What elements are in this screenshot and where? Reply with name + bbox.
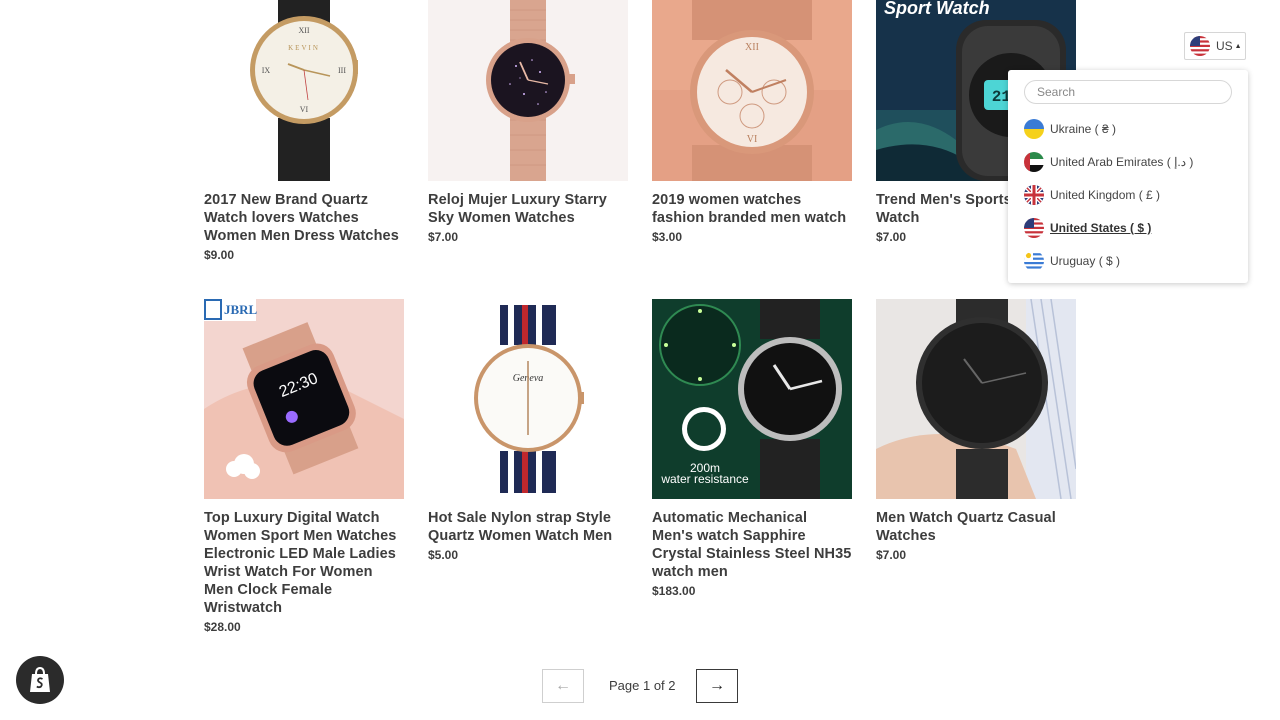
product-price: $7.00 <box>876 548 907 562</box>
product-card[interactable]: XII VI 2019 women watches fashion brande… <box>652 0 852 244</box>
currency-dropdown: Ukraine ( ₴ ) United Arab Emirates ( د.إ… <box>1008 70 1248 283</box>
product-card[interactable]: KEVIN XII VI IX III 2017 New Brand Quart… <box>204 0 404 262</box>
currency-option-uae[interactable]: United Arab Emirates ( د.إ ) <box>1024 151 1193 173</box>
svg-text:III: III <box>338 66 346 75</box>
currency-option-uruguay[interactable]: Uruguay ( $ ) <box>1024 250 1120 272</box>
product-card[interactable]: Reloj Mujer Luxury Starry Sky Women Watc… <box>428 0 628 244</box>
currency-option-united-kingdom[interactable]: United Kingdom ( £ ) <box>1024 184 1160 206</box>
uk-flag-icon <box>1024 185 1044 205</box>
currency-option-label: Uruguay ( $ ) <box>1050 254 1121 268</box>
arrow-left-icon: ← <box>555 677 571 694</box>
overlay-title: Sport Watch <box>884 0 990 18</box>
product-image[interactable]: 200m water resistance <box>652 299 852 499</box>
currency-option-united-states[interactable]: United States ( $ ) <box>1024 217 1151 239</box>
product-image[interactable]: KEVIN XII VI IX III <box>204 0 404 181</box>
product-title[interactable]: Automatic Mechanical Men's watch Sapphir… <box>652 509 852 581</box>
pagination-prev-button[interactable]: ← <box>542 669 584 703</box>
svg-text:XII: XII <box>298 26 309 35</box>
product-price: $5.00 <box>428 548 459 562</box>
currency-option-label: United Arab Emirates ( د.إ ) <box>1050 155 1194 169</box>
uruguay-flag-icon <box>1024 251 1044 271</box>
arrow-right-icon: → <box>709 677 725 694</box>
shopping-bag-icon <box>30 666 50 692</box>
currency-option-label: United Kingdom ( £ ) <box>1050 188 1161 202</box>
currency-option-label: United States ( $ ) <box>1050 221 1152 235</box>
svg-text:XII: XII <box>745 42 759 53</box>
product-title[interactable]: Top Luxury Digital Watch Women Sport Men… <box>204 509 404 617</box>
currency-search-input[interactable] <box>1024 80 1232 104</box>
pagination-next-button[interactable]: → <box>696 669 738 703</box>
product-card[interactable]: 200m water resistance Automatic Mechanic… <box>652 299 852 598</box>
svg-text:VI: VI <box>300 105 309 114</box>
svg-text:VI: VI <box>747 134 758 145</box>
uae-flag-icon <box>1024 152 1044 172</box>
us-flag-icon <box>1190 36 1210 56</box>
dial-brand-text: KEVIN <box>288 44 320 52</box>
product-card[interactable]: Geneva Hot Sale Nylon strap Style Quartz… <box>428 299 628 562</box>
product-price: $7.00 <box>428 230 459 244</box>
product-card[interactable]: Men Watch Quartz Casual Watches $7.00 <box>876 299 1076 562</box>
currency-option-ukraine[interactable]: Ukraine ( ₴ ) <box>1024 118 1116 140</box>
shopify-badge[interactable] <box>16 656 64 704</box>
us-flag-icon <box>1024 218 1044 238</box>
product-image[interactable]: Geneva <box>428 299 628 499</box>
product-title[interactable]: 2019 women watches fashion branded men w… <box>652 191 852 227</box>
product-price: $28.00 <box>204 620 241 634</box>
currency-code: US <box>1216 39 1233 53</box>
product-card[interactable]: JBRL 22:30 Top Luxury Digital Watch Wome… <box>204 299 404 634</box>
product-price: $183.00 <box>652 584 696 598</box>
product-title[interactable]: Hot Sale Nylon strap Style Quartz Women … <box>428 509 628 545</box>
pagination-status: Page 1 of 2 <box>609 678 676 693</box>
product-image[interactable]: XII VI <box>652 0 852 181</box>
water-resistance-label: water resistance <box>660 472 749 486</box>
product-title[interactable]: Reloj Mujer Luxury Starry Sky Women Watc… <box>428 191 628 227</box>
product-title[interactable]: 2017 New Brand Quartz Watch lovers Watch… <box>204 191 404 245</box>
product-image[interactable] <box>876 299 1076 499</box>
product-price: $3.00 <box>652 230 683 244</box>
currency-selector-button[interactable]: US ▲ <box>1184 32 1246 60</box>
product-price: $9.00 <box>204 248 235 262</box>
caret-up-icon: ▲ <box>1234 42 1242 50</box>
currency-option-label: Ukraine ( ₴ ) <box>1050 122 1117 136</box>
brand-logo-text: JBRL <box>224 302 258 317</box>
product-title[interactable]: Men Watch Quartz Casual Watches <box>876 509 1076 545</box>
product-image[interactable] <box>428 0 628 181</box>
svg-text:IX: IX <box>262 66 271 75</box>
product-image[interactable]: JBRL 22:30 <box>204 299 404 499</box>
ukraine-flag-icon <box>1024 119 1044 139</box>
